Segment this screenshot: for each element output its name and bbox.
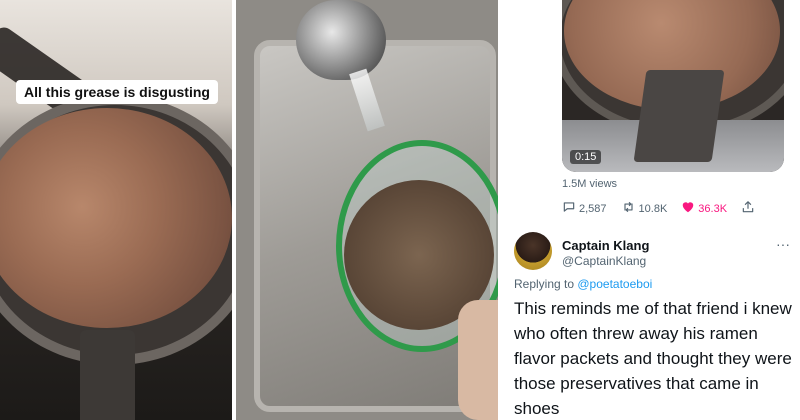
reply-icon (562, 200, 576, 217)
photo-pan-grease: All this grease is disgusting (0, 0, 232, 420)
video-timer: 0:15 (570, 150, 602, 164)
like-count: 36.3K (698, 202, 728, 215)
retweet-icon (621, 200, 636, 217)
tweet-screenshot: 0:15 1.5M views 2,587 10.8K 36.3K Captai… (500, 0, 800, 420)
photo-sink-rinse (236, 0, 498, 420)
faucet (296, 0, 386, 80)
replying-to: Replying to @poetatoeboi (514, 277, 652, 291)
share-icon (741, 200, 755, 217)
retweet-button[interactable]: 10.8K (621, 200, 668, 217)
reply-button[interactable]: 2,587 (562, 200, 607, 217)
reply-text: This reminds me of that friend i knew wh… (514, 299, 792, 418)
hand (458, 300, 498, 420)
user-handle[interactable]: @CaptainKlang (562, 254, 646, 268)
replying-to-label: Replying to (514, 277, 578, 291)
like-button[interactable]: 36.3K (681, 200, 727, 217)
tweet-video[interactable]: 0:15 (562, 0, 784, 172)
video-caption: All this grease is disgusting (16, 80, 218, 104)
replying-to-link[interactable]: @poetatoeboi (577, 277, 652, 291)
avatar[interactable] (514, 232, 552, 270)
video-spatula (633, 70, 725, 162)
heart-icon (681, 200, 695, 217)
share-button[interactable] (741, 200, 758, 217)
pan-handle (80, 330, 135, 420)
display-name[interactable]: Captain Klang (562, 238, 649, 253)
view-count: 1.5M views (562, 178, 618, 190)
tweet-actions: 2,587 10.8K 36.3K (562, 200, 762, 217)
reply-count: 2,587 (579, 202, 607, 215)
more-options-icon[interactable]: ··· (776, 236, 790, 252)
retweet-count: 10.8K (638, 202, 668, 215)
